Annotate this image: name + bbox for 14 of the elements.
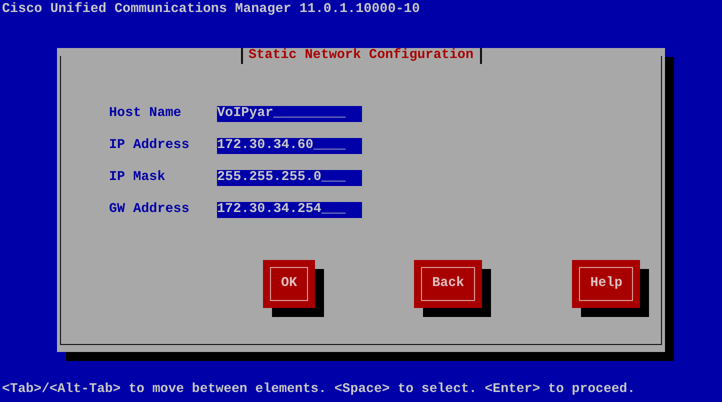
input-field[interactable]: 172.30.34.60____	[217, 138, 362, 154]
field-label: GW Address	[109, 202, 190, 218]
status-bar-hint: <Tab>/<Alt-Tab> to move between elements. <Space> to select. <Enter> to proceed.	[1, 381, 636, 398]
input-field[interactable]: VoIPyar_________	[217, 106, 362, 122]
field-label: IP Mask	[109, 170, 166, 186]
field-label: Host Name	[109, 106, 182, 122]
dialog-button[interactable]: Help	[572, 260, 640, 308]
field-label: IP Address	[109, 138, 190, 154]
window-title: Cisco Unified Communications Manager 11.0.1.10000-10	[1, 1, 421, 18]
input-field[interactable]: 255.255.255.0___	[217, 170, 362, 186]
dialog-title: Static Network Configuration	[240, 48, 482, 64]
dialog-button[interactable]: OK	[263, 260, 316, 308]
dialog-button[interactable]: Back	[414, 260, 482, 308]
input-field[interactable]: 172.30.34.254___	[217, 202, 362, 218]
